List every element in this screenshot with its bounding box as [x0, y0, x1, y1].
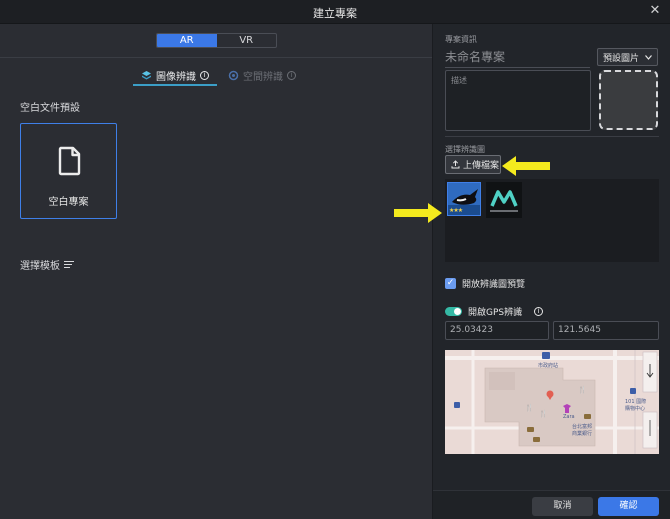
- preview-checkbox-row[interactable]: ✓ 開放辨識圖預覽: [445, 277, 525, 290]
- title-bar: 建立專案 ✕: [0, 0, 670, 24]
- mode-switch: AR VR: [156, 33, 277, 48]
- gps-row: 開啟GPS辨識 i: [445, 305, 544, 318]
- info-icon[interactable]: i: [200, 70, 209, 80]
- tab-space-recognition[interactable]: 空間辨識 i: [228, 66, 296, 84]
- image-recognition-icon: [142, 70, 151, 79]
- map-label-bank-1: 台北富邦: [572, 424, 593, 430]
- upload-label: 上傳檔案: [463, 161, 500, 171]
- space-recognition-icon: [228, 70, 239, 80]
- longitude-input[interactable]: 121.5645: [553, 321, 659, 340]
- divider: [0, 57, 432, 58]
- image-drop-zone[interactable]: [599, 70, 658, 130]
- blank-project-card[interactable]: 空白專案: [20, 123, 117, 219]
- svg-text:🍴: 🍴: [539, 409, 548, 418]
- tab-image-recognition[interactable]: 圖像辨識 i: [141, 66, 209, 84]
- footer: 取消 確認: [433, 490, 670, 519]
- map-label-zara: Zara: [563, 414, 575, 420]
- check-icon[interactable]: ✓: [445, 278, 456, 289]
- project-info-label: 專案資訊: [445, 35, 477, 44]
- tab-image-recognition-label: 圖像辨識: [156, 71, 196, 83]
- confirm-button[interactable]: 確認: [598, 497, 659, 516]
- target-thumbnail-selected[interactable]: ★★★: [447, 182, 481, 216]
- close-icon[interactable]: ✕: [648, 4, 662, 18]
- map-view[interactable]: 🍴 🍴 🍴 市政府站 101 國際 購物中心 Zara 台北富邦 商業銀行: [445, 350, 659, 454]
- right-panel: 專案資訊 未命名專案 預設圖片 描述 選擇辨識圖 上傳檔案 ★★★ ✓ 開放辨識…: [432, 24, 670, 519]
- divider: [445, 136, 659, 137]
- gps-toggle[interactable]: [445, 307, 462, 316]
- left-panel: AR VR 圖像辨識 i 空間辨識 i 空白文件預設 空白專案 選擇模板: [0, 24, 432, 519]
- mode-vr-button[interactable]: VR: [217, 34, 277, 47]
- cancel-button[interactable]: 取消: [532, 497, 593, 516]
- list-icon: [64, 261, 74, 268]
- arrow-left-icon: [502, 156, 550, 176]
- project-name-input[interactable]: 未命名專案: [445, 48, 590, 68]
- template-label: 選擇模板: [20, 261, 60, 272]
- m-logo-image: [486, 182, 522, 218]
- blank-preset-label: 空白文件預設: [20, 103, 80, 114]
- preset-image-label: 預設圖片: [603, 53, 640, 64]
- window-title: 建立專案: [313, 7, 357, 20]
- blank-project-label: 空白專案: [48, 197, 89, 208]
- upload-file-button[interactable]: 上傳檔案: [445, 155, 501, 174]
- gps-label: 開啟GPS辨識: [468, 308, 523, 318]
- map-label-station: 市政府站: [538, 363, 559, 369]
- select-target-label: 選擇辨識圖: [445, 145, 485, 154]
- rating-stars: ★★★: [449, 207, 463, 214]
- latitude-input[interactable]: 25.03423: [445, 321, 549, 340]
- description-field[interactable]: 描述: [445, 70, 591, 131]
- svg-text:🍴: 🍴: [525, 403, 534, 412]
- select-template[interactable]: 選擇模板: [20, 257, 74, 272]
- tab-space-recognition-label: 空間辨識: [243, 71, 283, 83]
- svg-text:🍴: 🍴: [578, 385, 587, 394]
- map-label-bank-2: 商業銀行: [572, 431, 593, 437]
- active-tab-indicator: [133, 84, 217, 86]
- target-thumbnail[interactable]: [486, 182, 522, 218]
- preset-image-dropdown[interactable]: 預設圖片: [597, 48, 658, 66]
- document-icon: [58, 146, 81, 176]
- map-label-landmark-1: 101 國際: [625, 399, 647, 405]
- map-label-landmark-2: 購物中心: [625, 406, 646, 412]
- info-icon[interactable]: i: [287, 70, 296, 80]
- preview-checkbox-label: 開放辨識圖預覽: [462, 280, 526, 290]
- mode-ar-button[interactable]: AR: [157, 34, 217, 47]
- upload-icon: [451, 160, 460, 169]
- target-thumbnails: ★★★: [445, 179, 659, 262]
- chevron-down-icon: [645, 54, 652, 60]
- arrow-right-icon: [394, 203, 442, 223]
- info-icon[interactable]: i: [534, 307, 544, 316]
